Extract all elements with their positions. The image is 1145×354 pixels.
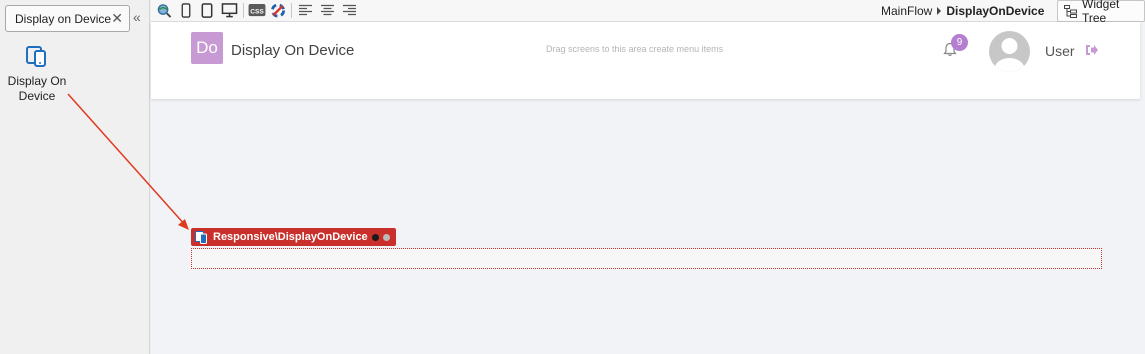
block-status-dot bbox=[382, 233, 390, 241]
close-icon[interactable]: ✕ bbox=[111, 10, 123, 27]
theme-icon[interactable] bbox=[270, 3, 286, 18]
caret-right-icon bbox=[937, 7, 942, 15]
css-icon[interactable]: CSS bbox=[248, 3, 266, 18]
preview-icon[interactable] bbox=[156, 3, 172, 18]
widget-label: Display On Device bbox=[7, 74, 67, 103]
user-label[interactable]: User bbox=[1045, 43, 1075, 59]
breadcrumb: MainFlow DisplayOnDevice bbox=[881, 4, 1044, 18]
toolbar-separator bbox=[291, 3, 292, 18]
align-left-icon[interactable] bbox=[299, 3, 312, 18]
menu-drop-hint[interactable]: Drag screens to this area create menu it… bbox=[546, 44, 723, 54]
user-silhouette-icon bbox=[994, 38, 1025, 72]
toolbar: CSS MainFlow DisplayOnDevice Widget Tree bbox=[151, 0, 1145, 25]
avatar[interactable] bbox=[989, 31, 1030, 72]
collapse-panel-icon[interactable]: « bbox=[133, 9, 141, 25]
widget-tree-button[interactable]: Widget Tree bbox=[1057, 0, 1145, 25]
left-panel: Display on Device ✕ « Display On Device bbox=[0, 0, 150, 354]
block-tag[interactable]: Responsive\DisplayOnDevice bbox=[191, 228, 396, 246]
device-icon bbox=[26, 46, 46, 67]
block-tag-label: Responsive\DisplayOnDevice bbox=[213, 231, 368, 243]
app-header: Do Display On Device Drag screens to thi… bbox=[151, 22, 1140, 99]
toolbar-separator bbox=[243, 3, 244, 18]
device-icon bbox=[195, 230, 207, 244]
tree-icon bbox=[1064, 5, 1077, 18]
tablet-icon[interactable] bbox=[201, 3, 213, 18]
app-logo: Do bbox=[191, 32, 223, 64]
search-tab-label: Display on Device bbox=[15, 11, 112, 26]
search-tab[interactable]: Display on Device ✕ bbox=[5, 5, 130, 32]
app-name: Display On Device bbox=[231, 42, 355, 59]
widget-display-on-device[interactable]: Display On Device bbox=[6, 44, 68, 104]
phone-icon[interactable] bbox=[181, 3, 191, 18]
notification-badge: 9 bbox=[951, 34, 968, 51]
logout-icon[interactable] bbox=[1085, 44, 1098, 56]
breadcrumb-flow[interactable]: MainFlow bbox=[881, 4, 932, 18]
align-center-icon[interactable] bbox=[321, 3, 334, 18]
block-status-dot bbox=[371, 233, 379, 241]
design-canvas[interactable]: Do Display On Device Drag screens to thi… bbox=[151, 22, 1145, 354]
block-placeholder[interactable] bbox=[191, 248, 1102, 269]
desktop-icon[interactable] bbox=[221, 3, 238, 18]
svg-text:CSS: CSS bbox=[250, 8, 264, 15]
breadcrumb-screen[interactable]: DisplayOnDevice bbox=[946, 4, 1044, 18]
align-right-icon[interactable] bbox=[343, 3, 356, 18]
